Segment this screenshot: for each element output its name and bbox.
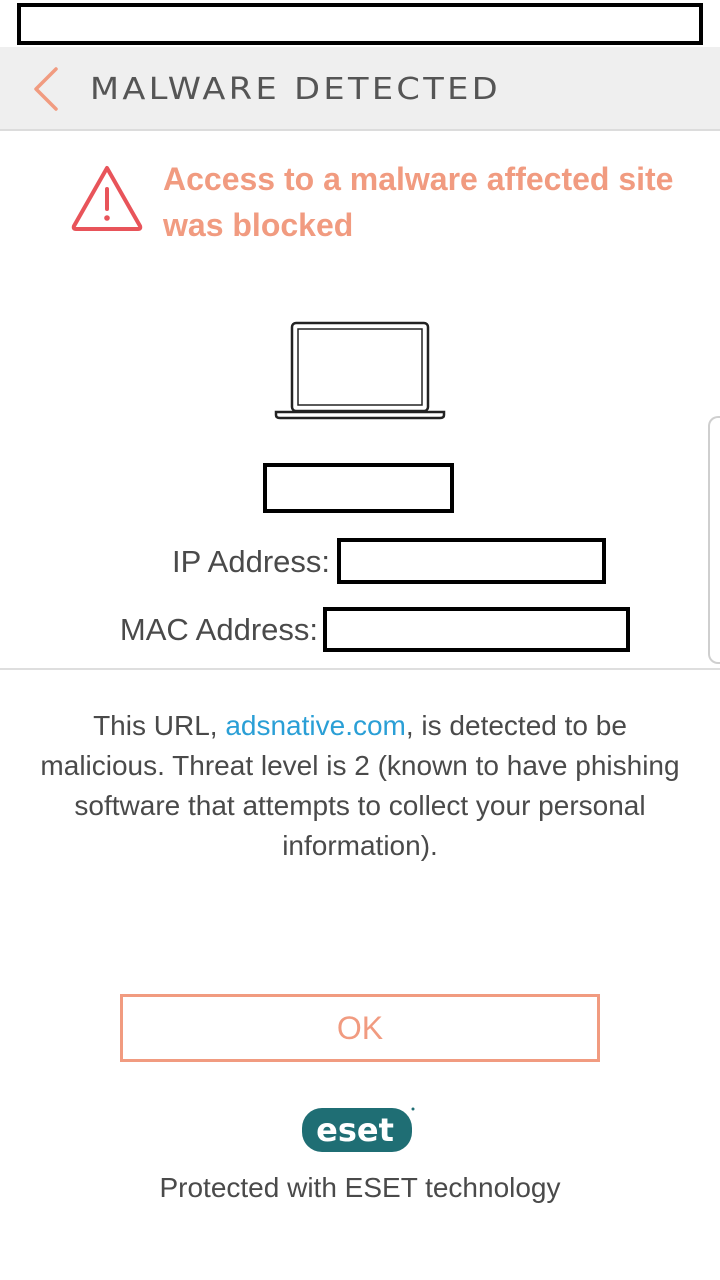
protected-by-text: Protected with ESET technology <box>159 1172 561 1203</box>
back-button[interactable] <box>24 65 68 113</box>
chevron-left-icon <box>34 67 58 111</box>
section-divider <box>0 668 720 670</box>
alert-message: Access to a malware affected site was bl… <box>163 161 674 243</box>
eset-logo: eset <box>302 1107 415 1152</box>
threat-description: This URL, adsnative.com, is detected to … <box>40 706 680 866</box>
laptop-icon <box>274 321 446 420</box>
eset-logo-text: eset <box>316 1111 394 1149</box>
device-name-redaction <box>263 463 454 513</box>
header-bar: MALWARE DETECTED <box>0 47 720 131</box>
mac-address-redaction <box>323 607 630 652</box>
ip-address-label: IP Address: <box>172 544 330 579</box>
warning-triangle-icon <box>71 166 143 231</box>
page-title: MALWARE DETECTED <box>90 72 501 107</box>
ok-button[interactable]: OK <box>120 994 600 1062</box>
malicious-url-link[interactable]: adsnative.com <box>225 710 406 741</box>
mac-address-label: MAC Address: <box>119 612 318 647</box>
description-prefix: This URL, <box>93 710 226 741</box>
status-bar-redaction <box>17 3 703 45</box>
ip-address-redaction <box>337 538 606 584</box>
scroll-indicator[interactable] <box>708 416 720 664</box>
